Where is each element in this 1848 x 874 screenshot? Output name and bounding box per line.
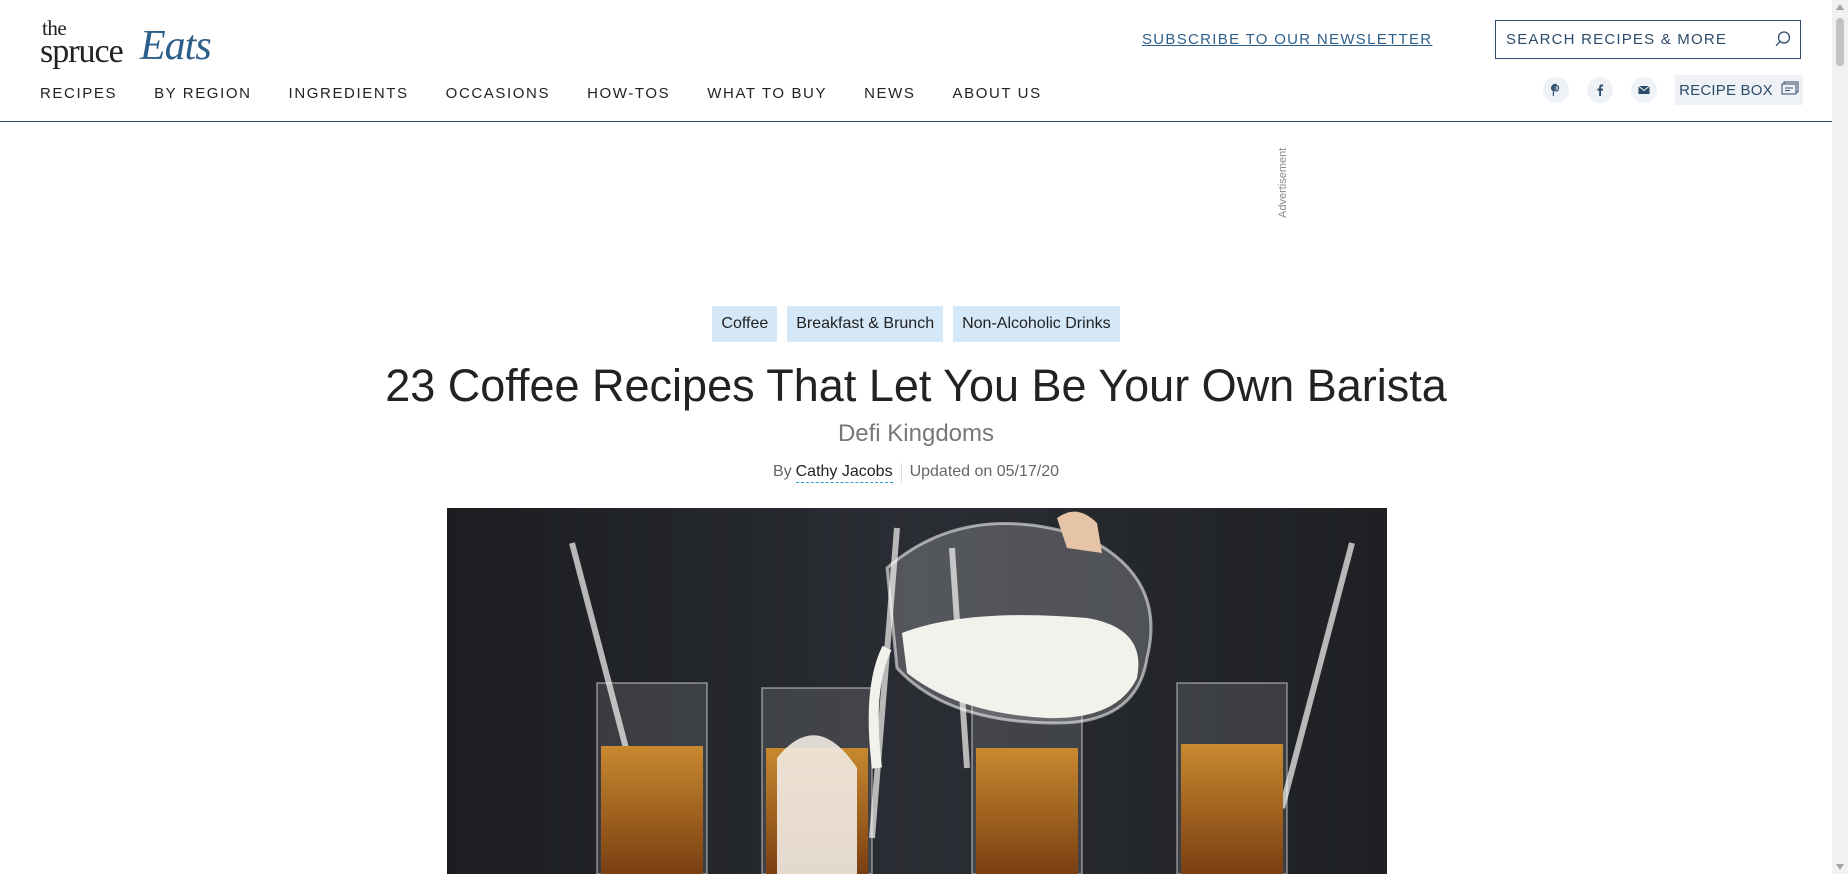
updated-date: Updated on 05/17/20 (909, 463, 1060, 480)
hero-illustration (569, 511, 1355, 874)
page-scrollbar[interactable] (1832, 0, 1848, 874)
recipe-box-label: RECIPE BOX (1679, 81, 1773, 99)
site-header: the spruce Eats RECIPES BY REGION INGRED… (0, 0, 1832, 122)
scroll-up-icon[interactable] (1836, 4, 1844, 10)
author-link[interactable]: Cathy Jacobs (795, 463, 893, 483)
search-input[interactable] (1496, 21, 1766, 58)
nav-item-recipes[interactable]: RECIPES (40, 85, 117, 102)
article-subtitle: Defi Kingdoms (837, 420, 995, 447)
article-title: 23 Coffee Recipes That Let You Be Your O… (385, 360, 1447, 411)
byline-divider (900, 463, 902, 483)
nav-item-by-region[interactable]: BY REGION (154, 85, 251, 102)
nav-item-news[interactable]: NEWS (864, 85, 915, 102)
hero-image (447, 508, 1387, 874)
tag-coffee[interactable]: Coffee (712, 306, 778, 342)
logo-eats-text: Eats (140, 23, 212, 69)
recipe-box-button[interactable]: RECIPE BOX (1675, 75, 1803, 105)
pinterest-icon[interactable] (1543, 77, 1569, 103)
newsletter-link[interactable]: SUBSCRIBE TO OUR NEWSLETTER (1142, 31, 1432, 48)
main-nav: RECIPES BY REGION INGREDIENTS OCCASIONS … (40, 85, 1079, 102)
nav-item-occasions[interactable]: OCCASIONS (446, 85, 550, 102)
site-logo[interactable]: the spruce Eats (40, 16, 215, 70)
tag-breakfast-brunch[interactable]: Breakfast & Brunch (787, 306, 944, 342)
logo-spruce-text: spruce (40, 33, 124, 70)
advertisement-label: Advertisement (1277, 147, 1289, 218)
search-icon[interactable] (1774, 30, 1792, 48)
article-tags: Coffee Breakfast & Brunch Non-Alcoholic … (0, 306, 1832, 342)
nav-item-about-us[interactable]: ABOUT US (953, 85, 1042, 102)
facebook-icon[interactable] (1587, 77, 1613, 103)
tag-non-alcoholic-drinks[interactable]: Non-Alcoholic Drinks (953, 306, 1120, 342)
nav-item-what-to-buy[interactable]: WHAT TO BUY (707, 85, 827, 102)
byline-by: By (772, 463, 792, 480)
nav-item-ingredients[interactable]: INGREDIENTS (289, 85, 409, 102)
email-icon[interactable] (1631, 77, 1657, 103)
article-byline: By Cathy Jacobs Updated on 05/17/20 (0, 463, 1832, 483)
search-box (1495, 20, 1801, 59)
recipe-box-icon (1781, 81, 1799, 99)
scrollbar-thumb[interactable] (1836, 18, 1844, 66)
scroll-down-icon[interactable] (1836, 864, 1844, 870)
nav-item-how-tos[interactable]: HOW-TOS (587, 85, 670, 102)
